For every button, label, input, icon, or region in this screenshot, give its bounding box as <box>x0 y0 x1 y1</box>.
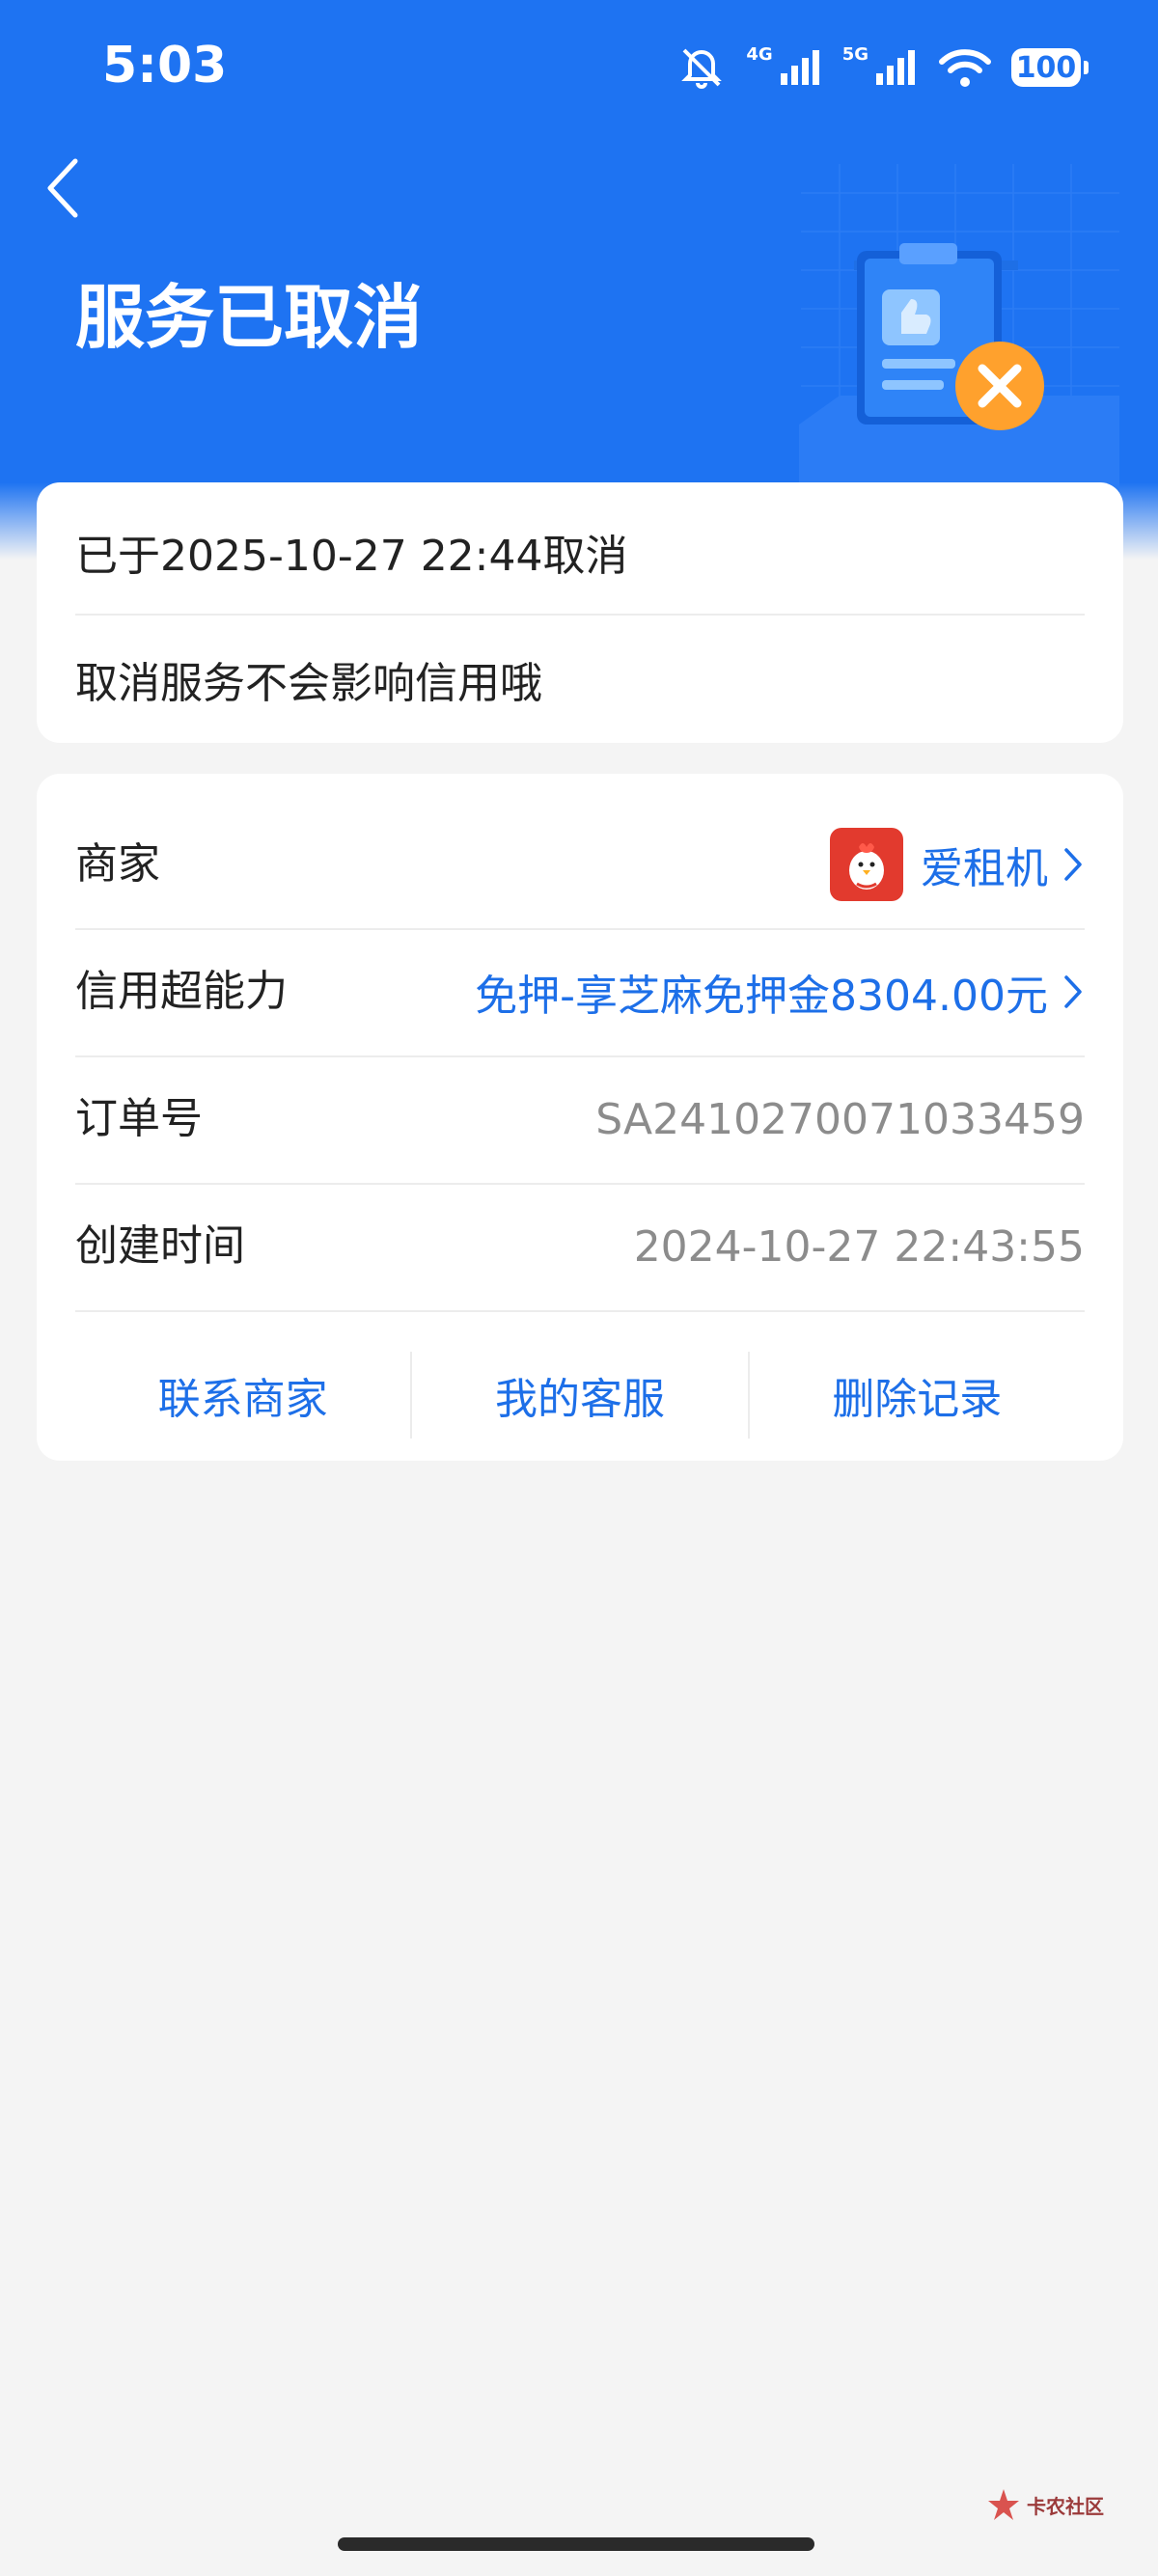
chevron-left-icon <box>47 158 78 218</box>
network-5g-label: 5G <box>841 43 868 65</box>
watermark: 卡农社区 <box>986 2487 1104 2522</box>
back-button[interactable] <box>35 154 93 222</box>
credit-label: 信用超能力 <box>75 967 288 1016</box>
order-number-value: SA2410270071033459 <box>595 1055 1085 1183</box>
order-details-card: 商家 爱租机 信用超能力 免押-享芝麻免押金8304.00元 订单号 SA241… <box>37 774 1123 1461</box>
signal-5g-icon <box>876 50 915 85</box>
network-4g-label: 4G <box>746 43 773 65</box>
cancel-time-text: 已于2025-10-27 22:44取消 <box>75 532 628 581</box>
delete-record-button[interactable]: 删除记录 <box>750 1347 1085 1443</box>
order-number-text: SA2410270071033459 <box>595 1094 1085 1144</box>
signal-4g-icon <box>780 50 819 85</box>
cancelled-clipboard-icon <box>799 164 1119 492</box>
order-number-row: 订单号 SA2410270071033459 <box>75 1055 1085 1183</box>
customer-service-button[interactable]: 我的客服 <box>412 1347 747 1443</box>
divider <box>75 1310 1085 1312</box>
divider <box>75 614 1085 616</box>
status-time: 5:03 <box>102 37 228 95</box>
header: 5:03 4G 5G 100 服务已取消 <box>0 0 1158 560</box>
created-time-value: 2024-10-27 22:43:55 <box>634 1183 1085 1310</box>
chicken-mascot-icon <box>849 843 884 890</box>
page-title: 服务已取消 <box>75 277 424 358</box>
mute-icon <box>681 48 723 89</box>
chevron-right-icon <box>1064 848 1082 881</box>
credit-text: 免押-享芝麻免押金8304.00元 <box>475 972 1048 1021</box>
created-time-text: 2024-10-27 22:43:55 <box>633 1221 1085 1272</box>
merchant-logo <box>830 828 903 901</box>
created-time-row: 创建时间 2024-10-27 22:43:55 <box>75 1183 1085 1310</box>
order-number-label: 订单号 <box>75 1094 203 1143</box>
watermark-logo-icon <box>988 2489 1019 2520</box>
credit-row[interactable]: 信用超能力 免押-享芝麻免押金8304.00元 <box>75 928 1085 1055</box>
merchant-label: 商家 <box>75 839 160 889</box>
wifi-icon <box>939 49 991 87</box>
chevron-right-icon <box>1064 975 1082 1008</box>
merchant-row[interactable]: 商家 爱租机 <box>75 801 1085 928</box>
battery-indicator: 100 <box>1011 48 1089 87</box>
cancel-info-card: 已于2025-10-27 22:44取消 取消服务不会影响信用哦 <box>37 482 1123 743</box>
status-bar: 5:03 4G 5G 100 <box>0 0 1158 135</box>
home-indicator[interactable] <box>338 2537 814 2551</box>
credit-value[interactable]: 免押-享芝麻免押金8304.00元 <box>475 928 1085 1055</box>
merchant-name: 爱租机 <box>921 844 1048 893</box>
merchant-value[interactable]: 爱租机 <box>830 801 1085 928</box>
created-time-label: 创建时间 <box>75 1221 245 1271</box>
watermark-text: 卡农社区 <box>1027 2494 1104 2518</box>
cancel-note-text: 取消服务不会影响信用哦 <box>75 659 542 708</box>
action-bar: 联系商家 我的客服 删除记录 <box>75 1347 1085 1443</box>
contact-merchant-button[interactable]: 联系商家 <box>75 1347 410 1443</box>
status-icons: 4G 5G 100 <box>676 39 1089 96</box>
